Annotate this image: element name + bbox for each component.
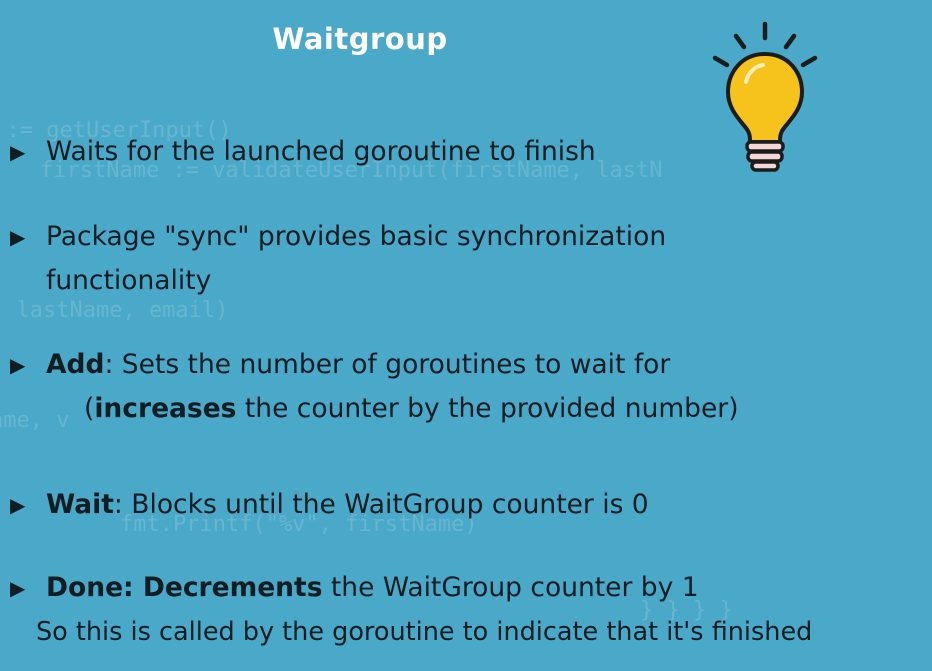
slide-title: Waitgroup <box>272 22 448 56</box>
bullet-term: Add <box>46 349 105 380</box>
bullet-item: ▶ Wait: Blocks until the WaitGroup count… <box>10 483 928 527</box>
bullet-arrow-icon: ▶ <box>10 576 26 600</box>
bullet-arrow-icon: ▶ <box>10 493 26 517</box>
bullet-arrow-icon: ▶ <box>10 353 26 377</box>
bullet-item: ▶ Package "sync" provides basic synchron… <box>10 215 928 303</box>
bullet-text: Waits for the launched goroutine to fini… <box>46 136 596 167</box>
bullet-text-continued: So this is called by the goroutine to in… <box>36 617 813 647</box>
bullet-term: Wait <box>46 489 114 520</box>
bullet-item: ▶ Waits for the launched goroutine to fi… <box>10 130 928 174</box>
bullet-text: : Sets the number of goroutines to wait … <box>104 349 671 380</box>
bullet-text-continued: the counter by the provided number) <box>236 393 739 424</box>
bullet-item: ▶ Done: Decrements the WaitGroup counter… <box>10 566 928 654</box>
bullet-arrow-icon: ▶ <box>10 140 26 164</box>
paren-open: ( <box>84 393 95 424</box>
bullet-emphasis: increases <box>94 393 237 424</box>
bullet-term: Done: Decrements <box>46 572 323 603</box>
bullet-arrow-icon: ▶ <box>10 225 26 249</box>
bullet-text: Package "sync" provides basic synchroniz… <box>46 221 667 252</box>
bullet-item: ▶ Add: Sets the number of goroutines to … <box>10 343 928 431</box>
bullet-text: : Blocks until the WaitGroup counter is … <box>113 489 649 520</box>
bullet-text-continued: functionality <box>46 265 212 296</box>
bullet-text: the WaitGroup counter by 1 <box>322 572 699 603</box>
